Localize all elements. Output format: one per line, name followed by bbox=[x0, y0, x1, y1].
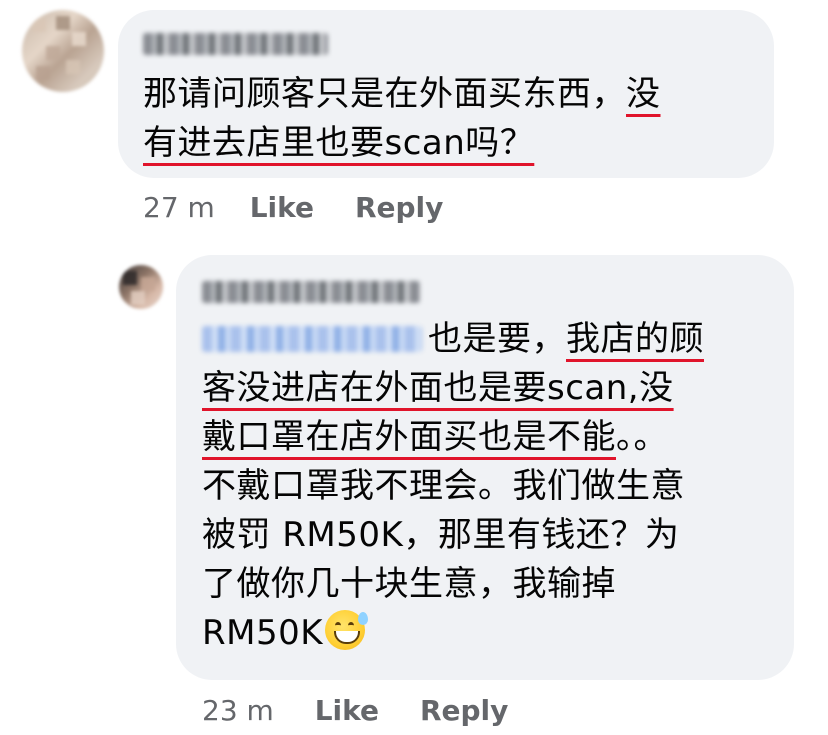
mention-tag-redacted[interactable] bbox=[202, 326, 422, 352]
comment-timestamp[interactable]: 27 m bbox=[143, 191, 215, 224]
reply-text: 也是要，我店的顾 客没进店在外面也是要scan,没 戴口罩在店外面买也是不能。。… bbox=[202, 315, 704, 658]
reply-timestamp[interactable]: 23 m bbox=[202, 694, 274, 727]
replier-avatar[interactable] bbox=[119, 265, 163, 309]
reply-text-line: 。。 bbox=[616, 417, 668, 457]
sweat-smile-emoji-icon bbox=[325, 610, 369, 650]
reply-text-line: 了做你几十块生意，我输掉 bbox=[202, 564, 616, 604]
like-button[interactable]: Like bbox=[315, 694, 379, 727]
like-button[interactable]: Like bbox=[250, 191, 314, 224]
comment-meta: 27 m Like Reply bbox=[143, 191, 443, 224]
comment-author-name-redacted[interactable] bbox=[143, 33, 328, 55]
reply-text-underlined: 我店的顾 bbox=[566, 319, 704, 359]
reply-text-underlined: 客没进店在外面也是要scan,没 bbox=[202, 368, 674, 408]
reply-text-line: 也是要， bbox=[428, 319, 566, 359]
reply-text-underlined: 戴口罩在店外面买也是不能 bbox=[202, 417, 616, 457]
reply-text-line: 不戴口罩我不理会。我们做生意 bbox=[202, 466, 685, 506]
commenter-avatar[interactable] bbox=[22, 10, 104, 92]
reply-text-line: RM50K bbox=[202, 613, 324, 653]
reply-text-line: 被罚 RM50K，那里有钱还？为 bbox=[202, 515, 680, 555]
reply-meta: 23 m Like Reply bbox=[202, 694, 508, 727]
reply-button[interactable]: Reply bbox=[355, 191, 443, 224]
comment-text-line: 那请问顾客只是在外面买东西， bbox=[143, 74, 626, 114]
comment-text: 那请问顾客只是在外面买东西，没 有进去店里也要scan吗？ bbox=[143, 70, 661, 168]
comment-text-underlined: 有进去店里也要scan吗？ bbox=[143, 123, 535, 163]
comment-text-underlined: 没 bbox=[626, 74, 661, 114]
reply-button[interactable]: Reply bbox=[420, 694, 508, 727]
reply-author-name-redacted[interactable] bbox=[202, 281, 420, 303]
